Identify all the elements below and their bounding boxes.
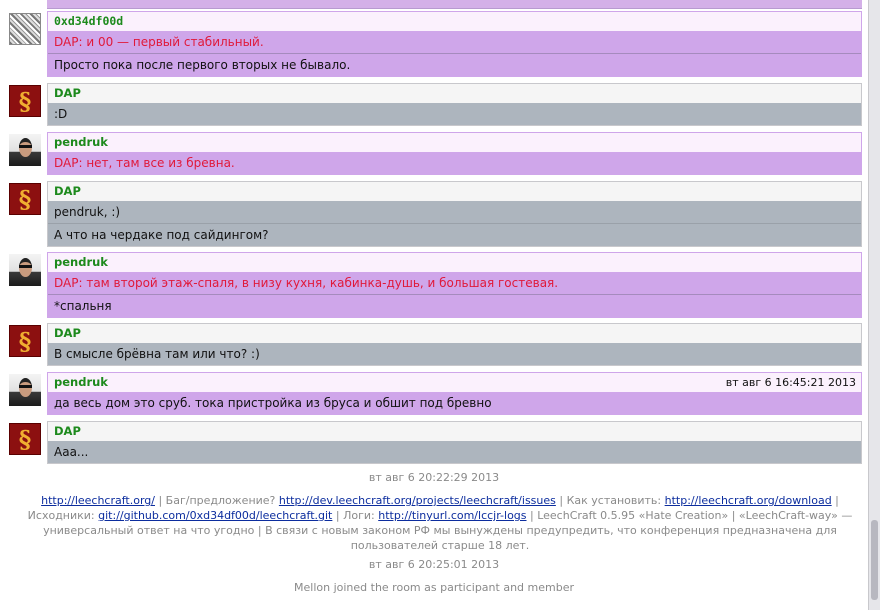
nickname[interactable]: pendruk [54, 375, 108, 389]
message-bubble: DAP pendruk, :) А что на чердаке под сай… [47, 181, 862, 247]
message-line: DAP: нет, там все из бревна. [48, 152, 861, 174]
message-bubble: DAP :D [47, 83, 862, 126]
message-bubble: pendruk DAP: там второй этаж-спаля, в ни… [47, 252, 862, 318]
message-line: *спальня [48, 294, 861, 317]
topic-text: | Как установить: [555, 494, 665, 507]
avatar-glasses [19, 145, 32, 148]
link-download[interactable]: http://leechcraft.org/download [665, 494, 832, 507]
message-bubble: pendruk вт авг 6 16:45:21 2013 да весь д… [47, 372, 862, 415]
message-header: DAP [48, 182, 861, 201]
message-header: DAP [48, 324, 861, 343]
avatar-glasses [19, 385, 32, 388]
message-line: Ааа... [48, 441, 861, 463]
message-line: :D [48, 103, 861, 125]
system-timestamp: вт авг 6 20:25:01 2013 [368, 558, 500, 571]
nickname[interactable]: DAP [54, 326, 81, 340]
message-line: Просто пока после первого вторых не быва… [48, 53, 861, 76]
room-topic: http://leechcraft.org/ | Баг/предложение… [20, 493, 860, 553]
previous-message-edge [47, 0, 862, 9]
message-line: pendruk, :) [48, 201, 861, 223]
link-home[interactable]: http://leechcraft.org/ [41, 494, 155, 507]
nickname[interactable]: DAP [54, 86, 81, 100]
message-bubble: pendruk DAP: нет, там все из бревна. [47, 132, 862, 175]
message-bubble: DAP Ааа... [47, 421, 862, 464]
chat-log[interactable]: 0xd34df00d DAP: и 00 — первый стабильный… [0, 0, 868, 610]
message-line: да весь дом это сруб. тока пристройка из… [48, 392, 861, 414]
message-line: А что на чердаке под сайдингом? [48, 223, 861, 246]
nickname[interactable]: 0xd34df00d [54, 14, 123, 28]
nickname[interactable]: DAP [54, 184, 81, 198]
system-timestamp: вт авг 6 20:22:29 2013 [368, 471, 500, 484]
pixel-avatar[interactable] [9, 13, 41, 45]
message-header: pendruk [48, 253, 861, 272]
scrollbar-thumb[interactable] [871, 520, 878, 600]
message-header: pendruk [48, 133, 861, 152]
vertical-scrollbar[interactable] [868, 0, 880, 610]
message-line: В смысле брёвна там или что? :) [48, 343, 861, 365]
nickname[interactable]: DAP [54, 424, 81, 438]
message-bubble: 0xd34df00d DAP: и 00 — первый стабильный… [47, 11, 862, 77]
link-git[interactable]: git://github.com/0xd34df00d/leechcraft.g… [98, 509, 332, 522]
nickname[interactable]: pendruk [54, 255, 108, 269]
dap-logo-avatar[interactable]: § [9, 183, 41, 215]
dap-logo-avatar[interactable]: § [9, 85, 41, 117]
link-issues[interactable]: http://dev.leechcraft.org/projects/leech… [279, 494, 556, 507]
message-line: DAP: там второй этаж-спаля, в низу кухня… [48, 272, 861, 294]
avatar-glasses [19, 265, 32, 268]
message-header: 0xd34df00d [48, 12, 861, 31]
person-avatar[interactable] [9, 134, 41, 166]
dap-logo-avatar[interactable]: § [9, 325, 41, 357]
message-header: pendruk вт авг 6 16:45:21 2013 [48, 373, 861, 392]
person-avatar[interactable] [9, 374, 41, 406]
message-timestamp: вт авг 6 16:45:21 2013 [725, 376, 856, 389]
nickname[interactable]: pendruk [54, 135, 108, 149]
message-bubble: DAP В смысле брёвна там или что? :) [47, 323, 862, 366]
dap-logo-avatar[interactable]: § [9, 423, 41, 455]
person-avatar[interactable] [9, 254, 41, 286]
link-logs[interactable]: http://tinyurl.com/lccjr-logs [378, 509, 526, 522]
topic-text: | Логи: [332, 509, 379, 522]
topic-text: | Баг/предложение? [154, 494, 279, 507]
message-header: DAP [48, 422, 861, 441]
message-line: DAP: и 00 — первый стабильный. [48, 31, 861, 53]
join-notice: Mellon joined the room as participant an… [294, 581, 574, 594]
message-header: DAP [48, 84, 861, 103]
